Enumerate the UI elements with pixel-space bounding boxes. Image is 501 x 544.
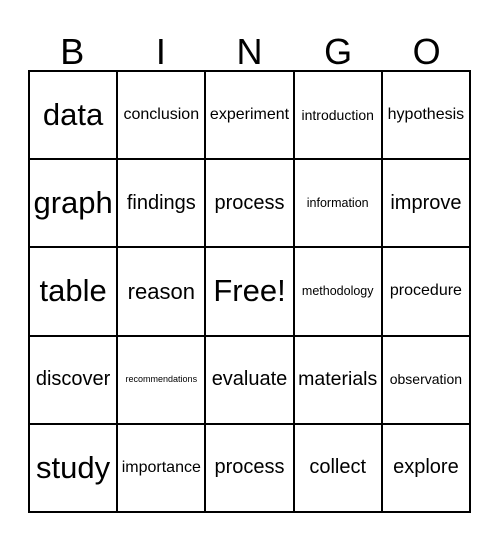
bingo-cell-o5[interactable]: explore [383, 425, 469, 511]
bingo-header-letter-o: O [382, 22, 471, 70]
header-letter-text: B [60, 31, 85, 72]
bingo-cell-label: collect [309, 456, 367, 479]
bingo-cell-b1[interactable]: data [30, 72, 119, 159]
bingo-cell-i1[interactable]: conclusion [118, 72, 207, 159]
bingo-cell-label: study [36, 449, 111, 485]
bingo-cell-g2[interactable]: information [295, 160, 383, 247]
bingo-cell-o1[interactable]: hypothesis [383, 72, 469, 158]
bingo-cell-g5[interactable]: collect [295, 424, 383, 512]
bingo-cell-g4[interactable]: materials [295, 336, 383, 423]
header-letter-text: N [236, 31, 263, 72]
bingo-cell-n4[interactable]: evaluate [206, 336, 295, 423]
bingo-cell-label: process [214, 456, 285, 479]
bingo-header-letter-g: G [294, 22, 383, 70]
bingo-header-letter-i: I [117, 22, 206, 70]
bingo-cell-label: methodology [301, 283, 374, 298]
bingo-cell-g3[interactable]: methodology [295, 248, 383, 335]
bingo-cell-label: evaluate [211, 368, 288, 391]
bingo-cell-label: table [39, 273, 107, 309]
header-letter-text: I [155, 31, 166, 72]
bingo-cell-n2[interactable]: process [206, 160, 295, 247]
bingo-cell-label: findings [126, 191, 196, 214]
bingo-cell-label: procedure [389, 282, 462, 300]
bingo-row: discover recommendations evaluate materi… [30, 336, 469, 425]
bingo-cell-n5[interactable]: process [206, 424, 295, 512]
bingo-cell-i5[interactable]: importance [118, 424, 207, 512]
bingo-cell-i4[interactable]: recommendations [118, 336, 207, 423]
bingo-cell-label: graph [33, 185, 113, 221]
bingo-cell-label: materials [298, 368, 378, 391]
bingo-cell-free-space[interactable]: Free! [206, 248, 295, 335]
bingo-cell-i2[interactable]: findings [118, 160, 207, 247]
bingo-header-row: B I N G O [28, 22, 471, 70]
bingo-cell-g1[interactable]: introduction [295, 72, 383, 159]
bingo-header-letter-n: N [205, 22, 294, 70]
bingo-cell-label: introduction [301, 106, 374, 123]
bingo-cell-label: discover [35, 368, 111, 391]
bingo-cell-n1[interactable]: experiment [206, 72, 295, 159]
bingo-cell-label: explore [393, 456, 459, 479]
bingo-cell-b3[interactable]: table [30, 248, 119, 335]
bingo-row: data conclusion experiment introduction … [30, 72, 469, 161]
bingo-cell-label: observation [389, 371, 463, 388]
bingo-card: B I N G O data conclusion experiment int… [0, 0, 501, 544]
bingo-cell-b2[interactable]: graph [30, 160, 119, 247]
bingo-cell-label: reason [127, 278, 195, 304]
bingo-free-space-label: Free! [213, 273, 286, 309]
bingo-cell-label: hypothesis [387, 105, 465, 123]
bingo-grid: data conclusion experiment introduction … [28, 70, 471, 513]
bingo-cell-i3[interactable]: reason [118, 248, 207, 335]
bingo-row: graph findings process information impro… [30, 160, 469, 249]
bingo-cell-label: experiment [209, 105, 290, 123]
bingo-cell-label: conclusion [123, 105, 200, 123]
bingo-row: table reason Free! methodology procedure [30, 248, 469, 337]
bingo-cell-label: improve [390, 191, 462, 214]
bingo-header-letter-b: B [28, 22, 117, 70]
bingo-cell-label: data [42, 96, 104, 132]
bingo-cell-label: importance [121, 458, 201, 476]
header-letter-text: O [412, 31, 441, 72]
bingo-cell-b5[interactable]: study [30, 424, 119, 512]
bingo-cell-label: information [306, 195, 369, 210]
bingo-cell-label: recommendations [125, 373, 198, 384]
bingo-row: study importance process collect explore [30, 424, 469, 512]
bingo-cell-o2[interactable]: improve [383, 160, 469, 246]
bingo-cell-o3[interactable]: procedure [383, 248, 469, 334]
header-letter-text: G [324, 31, 353, 72]
bingo-cell-b4[interactable]: discover [30, 336, 119, 423]
bingo-cell-label: process [214, 191, 285, 214]
bingo-cell-o4[interactable]: observation [383, 337, 469, 423]
